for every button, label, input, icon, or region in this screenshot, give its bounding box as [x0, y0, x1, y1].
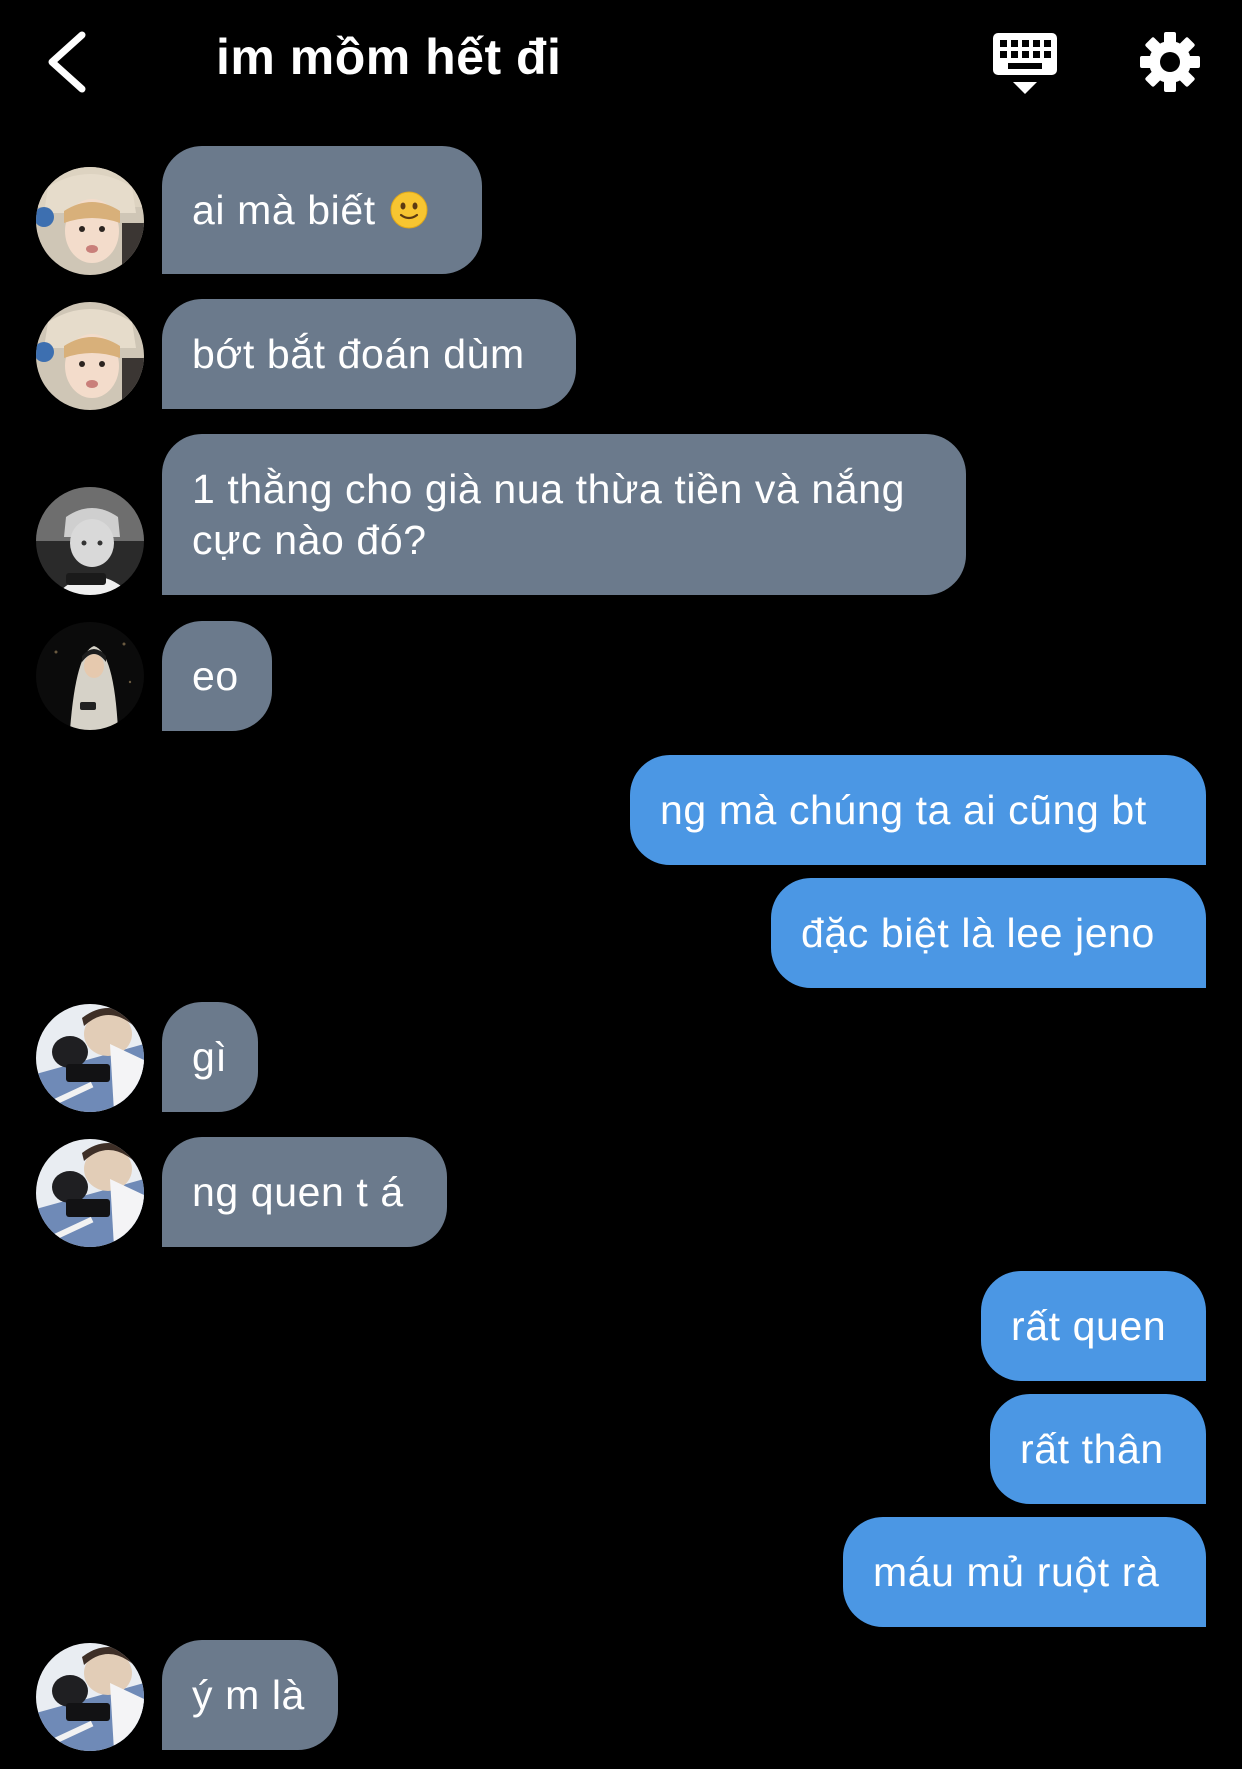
avatar[interactable] — [36, 622, 144, 730]
message-bubble-incoming[interactable]: eo — [162, 621, 272, 731]
message-text: ng mà chúng ta ai cũng bt — [660, 786, 1147, 833]
avatar-photo — [36, 1643, 144, 1751]
avatar[interactable] — [36, 302, 144, 410]
avatar-photo — [36, 487, 144, 595]
gear-icon — [1140, 32, 1200, 92]
message-text: gì — [192, 1033, 228, 1080]
chat-header: im mồm hết đi — [0, 0, 1242, 125]
message-text: eo — [192, 652, 239, 699]
avatar-photo — [36, 167, 144, 275]
keyboard-toggle-button[interactable] — [990, 30, 1060, 98]
message-bubble-incoming[interactable]: ý m là — [162, 1640, 338, 1750]
avatar-photo — [36, 1004, 144, 1112]
avatar-photo — [36, 1139, 144, 1247]
avatar[interactable] — [36, 1139, 144, 1247]
message-text: máu mủ ruột rà — [873, 1548, 1160, 1595]
message-bubble-incoming[interactable]: gì — [162, 1002, 258, 1112]
message-bubble-incoming[interactable]: ai mà biết — [162, 146, 482, 274]
chevron-left-icon — [48, 31, 86, 93]
message-bubble-incoming[interactable]: bớt bắt đoán dùm — [162, 299, 576, 409]
message-text: ng quen t á — [192, 1168, 404, 1215]
avatar[interactable] — [36, 167, 144, 275]
back-button[interactable] — [40, 25, 100, 100]
avatar-photo — [36, 302, 144, 410]
message-bubble-incoming[interactable]: ng quen t á — [162, 1137, 447, 1247]
avatar-photo — [36, 622, 144, 730]
slightly-smiling-face-icon — [390, 191, 428, 229]
message-bubble-outgoing[interactable]: ng mà chúng ta ai cũng bt — [630, 755, 1206, 865]
message-text: rất quen — [1011, 1302, 1167, 1349]
settings-button[interactable] — [1138, 30, 1202, 94]
message-bubble-outgoing[interactable]: rất thân — [990, 1394, 1206, 1504]
avatar[interactable] — [36, 1643, 144, 1751]
message-text: ý m là — [192, 1671, 305, 1718]
avatar[interactable] — [36, 1004, 144, 1112]
chat-title: im mồm hết đi — [216, 29, 562, 85]
message-bubble-outgoing[interactable]: rất quen — [981, 1271, 1206, 1381]
message-text: 1 thằng cho già nua thừa tiền và nắng cự… — [192, 465, 906, 563]
keyboard-hide-icon — [993, 33, 1057, 94]
message-bubble-outgoing[interactable]: máu mủ ruột rà — [843, 1517, 1206, 1627]
message-text: đặc biệt là lee jeno — [801, 909, 1155, 956]
message-bubble-incoming[interactable]: 1 thằng cho già nua thừa tiền và nắng cự… — [162, 434, 966, 595]
avatar[interactable] — [36, 487, 144, 595]
message-bubble-outgoing[interactable]: đặc biệt là lee jeno — [771, 878, 1206, 988]
message-text: ai mà biết — [192, 186, 376, 233]
message-text: rất thân — [1020, 1425, 1164, 1472]
message-text: bớt bắt đoán dùm — [192, 330, 525, 377]
